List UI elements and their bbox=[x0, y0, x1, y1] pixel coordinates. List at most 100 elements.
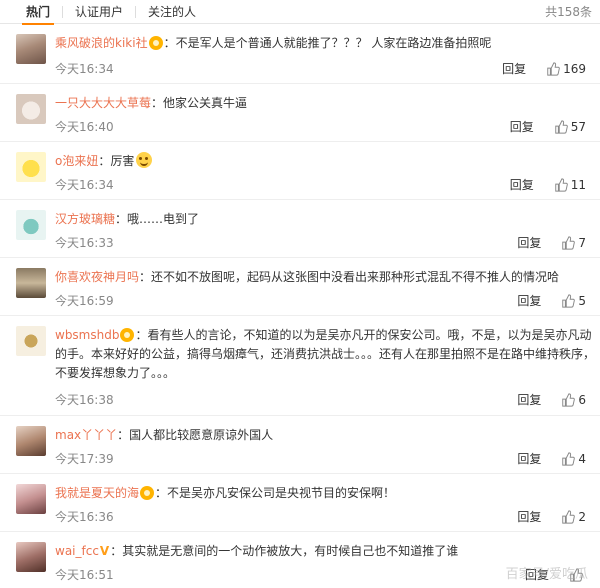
avatar[interactable] bbox=[16, 542, 46, 572]
reply-button[interactable]: 回复 bbox=[502, 60, 526, 77]
comment-time: 今天16:36 bbox=[55, 510, 114, 524]
like-button[interactable] bbox=[569, 567, 586, 582]
like-button[interactable]: 11 bbox=[554, 178, 586, 192]
like-button[interactable]: 7 bbox=[561, 236, 586, 250]
username-link[interactable]: 你喜欢夜神月吗 bbox=[55, 270, 139, 284]
comment-count: 共158条 bbox=[545, 5, 592, 19]
member-badge-icon bbox=[148, 36, 163, 50]
thumbs-up-icon bbox=[554, 119, 568, 134]
avatar[interactable] bbox=[16, 326, 46, 356]
comment-time: 今天16:59 bbox=[55, 294, 114, 308]
member-badge-icon bbox=[120, 328, 135, 342]
like-button[interactable]: 6 bbox=[561, 393, 586, 407]
username-link[interactable]: wai_fcc bbox=[55, 544, 99, 558]
username-link[interactable]: max丫丫丫 bbox=[55, 428, 117, 442]
tab-following[interactable]: 关注的人 bbox=[136, 0, 208, 24]
comment-text: ：哦……电到了 bbox=[115, 212, 200, 226]
comment-time: 今天16:38 bbox=[55, 393, 114, 407]
comment-content: 乘风破浪的kiki社 ：不是军人是个普通人就能推了？？？ 人家在路边准备拍照呢 bbox=[55, 34, 595, 53]
reply-button[interactable]: 回复 bbox=[517, 292, 541, 309]
avatar[interactable] bbox=[16, 210, 46, 240]
tab-verified-users[interactable]: 认证用户 bbox=[63, 0, 135, 24]
comment-content: max丫丫丫：国人都比较愿意原谅外国人 bbox=[55, 426, 595, 445]
reply-button[interactable]: 回复 bbox=[517, 234, 541, 251]
reply-button[interactable]: 回复 bbox=[517, 391, 541, 408]
comment-content: 汉方玻璃糖：哦……电到了 bbox=[55, 210, 595, 229]
comment-time: 今天16:34 bbox=[55, 178, 114, 192]
avatar[interactable] bbox=[16, 94, 46, 124]
comment-item: 汉方玻璃糖：哦……电到了 今天16:33 回复 7 bbox=[0, 200, 600, 258]
like-button[interactable]: 2 bbox=[561, 510, 586, 524]
reply-button[interactable]: 回复 bbox=[510, 118, 534, 135]
like-count: 2 bbox=[578, 509, 586, 524]
username-link[interactable]: 汉方玻璃糖 bbox=[55, 212, 115, 226]
comment-text: ：他家公关真牛逼 bbox=[151, 96, 248, 110]
thumbs-up-icon bbox=[562, 509, 576, 524]
comment-item: max丫丫丫：国人都比较愿意原谅外国人 今天17:39 回复 4 bbox=[0, 416, 600, 474]
reply-button[interactable]: 回复 bbox=[510, 176, 534, 193]
comment-text: ：国人都比较愿意原谅外国人 bbox=[117, 428, 274, 442]
comment-time: 今天17:39 bbox=[55, 452, 114, 466]
comment-actions: 回复 5 bbox=[517, 292, 586, 309]
avatar[interactable] bbox=[16, 34, 46, 64]
username-link[interactable]: 乘风破浪的kiki社 bbox=[55, 36, 148, 50]
avatar[interactable] bbox=[16, 268, 46, 298]
thumbs-up-icon bbox=[562, 392, 576, 407]
comment-actions: 回复 169 bbox=[502, 60, 586, 77]
comment-actions: 回复 7 bbox=[517, 234, 586, 251]
comment-time: 今天16:34 bbox=[55, 62, 114, 76]
like-button[interactable]: 57 bbox=[554, 120, 586, 134]
comment-tabs: 热门 认证用户 关注的人 共158条 bbox=[0, 0, 600, 25]
comment-actions: 回复 11 bbox=[510, 176, 586, 193]
tab-hot[interactable]: 热门 bbox=[14, 0, 62, 25]
comment-item: wai_fccV：其实就是无意间的一个动作被放大，有时候自己也不知道推了谁 今天… bbox=[0, 532, 600, 588]
username-link[interactable]: wbsmshdb bbox=[55, 328, 119, 342]
comment-time: 今天16:51 bbox=[55, 568, 114, 582]
like-count: 5 bbox=[578, 293, 586, 308]
comment-content: wbsmshdb ：看有些人的言论，不知道的以为是吴亦凡开的保安公司。哦，不是，以… bbox=[55, 326, 595, 383]
smile-emoji-icon bbox=[136, 152, 153, 168]
avatar[interactable] bbox=[16, 426, 46, 456]
thumbs-up-icon bbox=[562, 235, 576, 250]
reply-button[interactable]: 回复 bbox=[517, 508, 541, 525]
like-button[interactable]: 5 bbox=[561, 294, 586, 308]
comment-actions: 回复 4 bbox=[517, 450, 586, 467]
comment-time: 今天16:40 bbox=[55, 120, 114, 134]
username-link[interactable]: 一只大大大大草莓 bbox=[55, 96, 151, 110]
comment-item: 一只大大大大草莓：他家公关真牛逼 今天16:40 回复 57 bbox=[0, 84, 600, 142]
comment-time: 今天16:33 bbox=[55, 236, 114, 250]
reply-button[interactable]: 回复 bbox=[517, 450, 541, 467]
comment-content: wai_fccV：其实就是无意间的一个动作被放大，有时候自己也不知道推了谁 bbox=[55, 542, 595, 561]
comment-item: 你喜欢夜神月吗：还不如不放图呢，起码从这张图中没看出来那种形式混乱不得不推人的情… bbox=[0, 258, 600, 316]
comment-actions: 回复 2 bbox=[517, 508, 586, 525]
like-count: 57 bbox=[570, 119, 586, 134]
username-link[interactable]: 我就是夏天的海 bbox=[55, 486, 139, 500]
comment-content: 我就是夏天的海 ：不是吴亦凡安保公司是央视节目的安保啊！ bbox=[55, 484, 595, 503]
thumbs-up-icon bbox=[562, 293, 576, 308]
comment-content: 一只大大大大草莓：他家公关真牛逼 bbox=[55, 94, 595, 113]
like-count: 169 bbox=[563, 61, 586, 76]
reply-button[interactable]: 回复 bbox=[525, 566, 549, 583]
thumbs-up-icon bbox=[547, 61, 560, 76]
like-count: 4 bbox=[578, 451, 586, 466]
like-count: 11 bbox=[570, 177, 586, 192]
avatar[interactable] bbox=[16, 484, 46, 514]
comment-content: o泡来妞：厉害 bbox=[55, 152, 595, 171]
comment-text: ：看有些人的言论，不知道的以为是吴亦凡开的保安公司。哦，不是，以为是吴亦凡动的手… bbox=[55, 328, 596, 380]
like-button[interactable]: 4 bbox=[561, 452, 586, 466]
comment-text: ：还不如不放图呢，起码从这张图中没看出来那种形式混乱不得不推人的情况哈 bbox=[139, 270, 560, 284]
comment-actions: 回复 bbox=[525, 566, 586, 583]
comment-item: 我就是夏天的海 ：不是吴亦凡安保公司是央视节目的安保啊！ 今天16:36 回复 2 bbox=[0, 474, 600, 532]
like-button[interactable]: 169 bbox=[546, 62, 586, 76]
verified-v-icon: V bbox=[99, 544, 110, 558]
comment-content: 你喜欢夜神月吗：还不如不放图呢，起码从这张图中没看出来那种形式混乱不得不推人的情… bbox=[55, 268, 595, 287]
member-badge-icon bbox=[140, 486, 155, 500]
avatar[interactable] bbox=[16, 152, 46, 182]
comment-item: 乘风破浪的kiki社 ：不是军人是个普通人就能推了？？？ 人家在路边准备拍照呢 今… bbox=[0, 24, 600, 84]
comment-item: wbsmshdb ：看有些人的言论，不知道的以为是吴亦凡开的保安公司。哦，不是，以… bbox=[0, 316, 600, 416]
thumbs-up-icon bbox=[562, 451, 576, 466]
username-link[interactable]: o泡来妞 bbox=[55, 154, 98, 168]
comment-text: ：厉害 bbox=[98, 154, 135, 168]
comment-actions: 回复 6 bbox=[517, 391, 586, 408]
comment-actions: 回复 57 bbox=[510, 118, 586, 135]
